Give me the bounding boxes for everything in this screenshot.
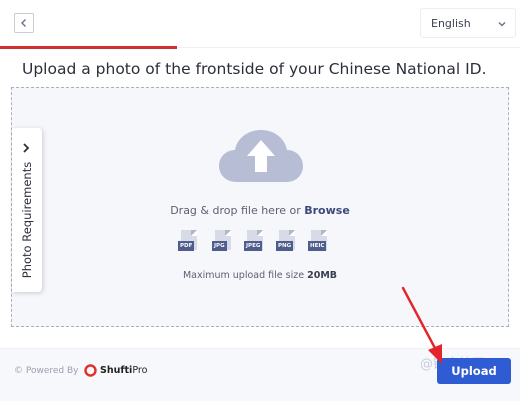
brand-name-rest: Pro	[132, 365, 148, 376]
file-type-label: JPG	[212, 241, 227, 251]
cloud-upload-icon	[219, 130, 303, 182]
browse-link[interactable]: Browse	[304, 204, 350, 217]
back-button[interactable]	[14, 13, 34, 33]
drag-drop-text: Drag & drop file here or Browse	[150, 204, 370, 217]
file-type-label: HEIC	[308, 241, 327, 251]
max-size-value: 20MB	[307, 270, 338, 281]
annotation-arrow-icon	[401, 286, 442, 364]
file-type-label: PDF	[178, 241, 195, 251]
file-type-jpg-icon: JPG	[212, 230, 234, 256]
top-bar: English	[0, 0, 520, 48]
file-type-label: PNG	[276, 241, 294, 251]
brand-name: ShuftiPro	[100, 365, 147, 376]
chevron-left-icon	[21, 19, 26, 27]
language-label: English	[431, 17, 471, 30]
chevron-right-icon	[23, 143, 30, 153]
brand-name-bold: Shufti	[100, 365, 133, 376]
shuftipro-logo-icon	[84, 364, 97, 377]
max-size-label: Maximum upload file size	[182, 270, 305, 281]
powered-by-text: © Powered By	[14, 366, 79, 376]
language-select[interactable]: English	[420, 8, 516, 38]
file-type-pdf-icon: PDF	[178, 230, 200, 256]
file-type-heic-icon: HEIC	[308, 230, 330, 256]
page-instruction: Upload a photo of the frontside of your …	[22, 60, 487, 78]
file-types-list: PDF JPG JPEG PNG HEIC	[178, 230, 348, 258]
file-type-jpeg-icon: JPEG	[244, 230, 266, 256]
photo-requirements-label: Photo Requirements	[20, 161, 34, 279]
drag-drop-label: Drag & drop file here or	[170, 204, 301, 217]
progress-bar	[0, 46, 177, 49]
chevron-down-icon	[498, 22, 506, 27]
photo-requirements-tab[interactable]: Photo Requirements	[12, 128, 42, 292]
max-upload-size-text: Maximum upload file size 20MB	[150, 270, 370, 281]
file-type-png-icon: PNG	[276, 230, 298, 256]
file-type-label: JPEG	[244, 241, 263, 251]
